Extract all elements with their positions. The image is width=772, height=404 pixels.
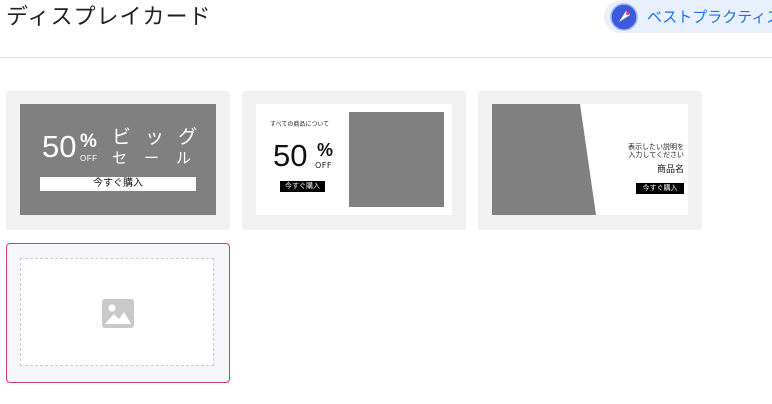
buy-now-bar: 今すぐ購入 bbox=[40, 177, 196, 191]
template-card-empty-selected[interactable] bbox=[6, 243, 230, 383]
off-label: OFF bbox=[80, 154, 98, 163]
pen-nib-icon bbox=[610, 2, 638, 31]
best-practices-button[interactable]: ベストプラクティス bbox=[604, 0, 772, 33]
image-placeholder-block bbox=[349, 112, 444, 207]
slanted-image-shape bbox=[492, 104, 596, 215]
discount-number: 50 bbox=[273, 138, 308, 173]
subline-text: セール bbox=[112, 150, 209, 167]
template-card-sale-image[interactable]: すべての商品について 50 % OFF 今すぐ購入 bbox=[242, 91, 466, 230]
template-preview: 50 % OFF ビッグ セール 今すぐ購入 bbox=[20, 104, 216, 215]
percent-sign: % bbox=[317, 140, 334, 160]
image-dropzone[interactable] bbox=[20, 258, 214, 366]
percent-sign: % bbox=[80, 131, 97, 152]
headline-text: ビッグ bbox=[112, 127, 212, 148]
page-header: ディスプレイカード ベストプラクティス bbox=[0, 0, 772, 58]
image-icon bbox=[102, 299, 134, 328]
page-title: ディスプレイカード bbox=[6, 5, 212, 30]
discount-number: 50 bbox=[42, 129, 77, 164]
best-practices-label: ベストプラクティス bbox=[647, 8, 772, 26]
buy-now-label: 今すぐ購入 bbox=[280, 181, 325, 192]
product-name: 商品名 bbox=[656, 165, 684, 175]
template-preview: 表示したい説明を 入力してください 商品名 今すぐ購入 bbox=[492, 104, 688, 215]
off-label: OFF bbox=[315, 161, 332, 170]
buy-now-label: 今すぐ購入 bbox=[636, 183, 684, 194]
description-text: 表示したい説明を 入力してください bbox=[628, 143, 684, 159]
template-preview: すべての商品について 50 % OFF 今すぐ購入 bbox=[256, 104, 452, 215]
caption-text: すべての商品について bbox=[270, 121, 330, 128]
template-card-product[interactable]: 表示したい説明を 入力してください 商品名 今すぐ購入 bbox=[478, 91, 702, 230]
template-card-big-sale[interactable]: 50 % OFF ビッグ セール 今すぐ購入 bbox=[6, 91, 230, 230]
